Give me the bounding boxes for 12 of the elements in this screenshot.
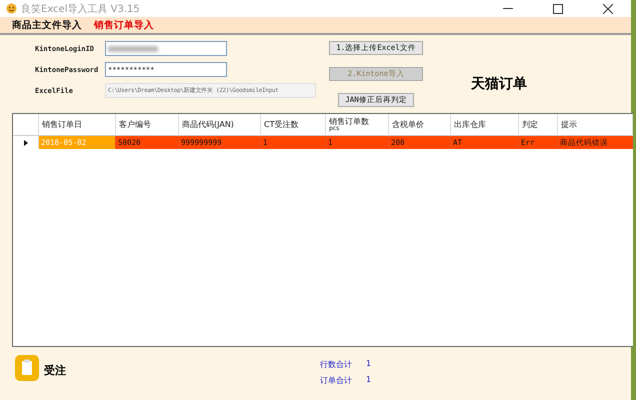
total-label: 行数合计 <box>320 359 352 370</box>
menu-tab[interactable]: 商品主文件导入 <box>12 18 82 32</box>
clipboard-icon[interactable] <box>15 355 39 381</box>
total-value: 1 <box>366 359 372 370</box>
total-label: 订单合计 <box>320 375 352 386</box>
menu-tab[interactable]: 销售订单导入 <box>94 18 154 32</box>
input-field[interactable] <box>105 41 227 56</box>
app-label: 受注 <box>44 363 67 378</box>
total-value: 1 <box>366 375 372 386</box>
smiley-icon <box>6 3 17 14</box>
order-heading: 天猫订单 <box>471 75 527 94</box>
window-title: 良笑Excel导入工具 V3.15 <box>21 2 141 16</box>
